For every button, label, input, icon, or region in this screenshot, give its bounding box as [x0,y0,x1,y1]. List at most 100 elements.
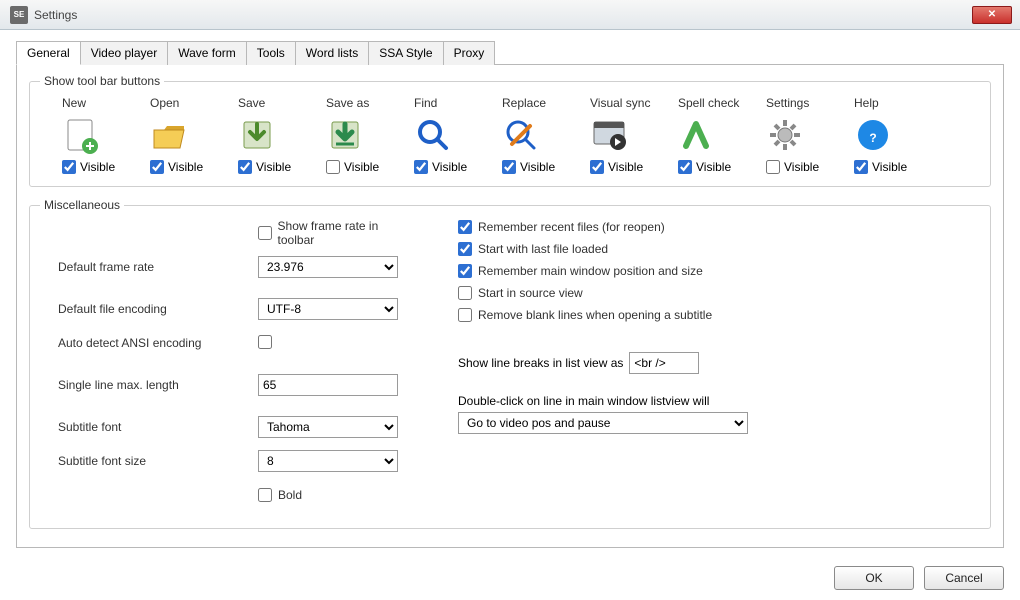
bold-label: Bold [278,488,302,502]
toolbar-visible-checkbox[interactable] [326,160,340,174]
tabstrip: General Video player Wave form Tools Wor… [16,40,1004,65]
toolbar-item: Open Visible [150,96,224,174]
groupbox-toolbar-legend: Show tool bar buttons [40,74,164,88]
ok-button[interactable]: OK [834,566,914,590]
toolbar-visible-checkbox[interactable] [590,160,604,174]
toolbar-visible-label: Visible [432,160,467,174]
settings-icon [766,116,804,154]
auto-detect-ansi-checkbox[interactable] [258,335,272,349]
window-title: Settings [34,8,77,22]
default-file-encoding-select[interactable]: UTF-8 [258,298,398,320]
spell-check-icon [678,116,716,154]
start-last-file-checkbox[interactable] [458,242,472,256]
remember-window-checkbox[interactable] [458,264,472,278]
toolbar-visible-label: Visible [696,160,731,174]
toolbar-visible-checkbox[interactable] [414,160,428,174]
toolbar-visible-label: Visible [344,160,379,174]
toolbar-item-label: Open [150,96,179,110]
remember-recent-checkbox[interactable] [458,220,472,234]
toolbar-item-label: Spell check [678,96,739,110]
toolbar-item-label: Settings [766,96,809,110]
tab-wave-form[interactable]: Wave form [167,41,247,65]
close-icon: ✕ [988,9,996,20]
toolbar-visible-check[interactable]: Visible [590,160,643,174]
tab-word-lists[interactable]: Word lists [295,41,369,65]
toolbar-item-label: Replace [502,96,546,110]
start-source-view-label: Start in source view [478,286,583,300]
tab-video-player[interactable]: Video player [80,41,169,65]
button-row: OK Cancel [0,556,1020,600]
toolbar-visible-checkbox[interactable] [62,160,76,174]
saveas-icon [326,116,364,154]
double-click-select[interactable]: Go to video pos and pause [458,412,748,434]
toolbar-visible-check[interactable]: Visible [414,160,467,174]
remember-recent-label: Remember recent files (for reopen) [478,220,665,234]
toolbar-item: Replace Visible [502,96,576,174]
remove-blank-lines-checkbox[interactable] [458,308,472,322]
toolbar-visible-checkbox[interactable] [766,160,780,174]
app-icon: SE [10,6,28,24]
remove-blank-lines-check[interactable]: Remove blank lines when opening a subtit… [458,308,712,322]
toolbar-visible-check[interactable]: Visible [766,160,819,174]
start-last-file-check[interactable]: Start with last file loaded [458,242,608,256]
show-line-breaks-label: Show line breaks in list view as [458,356,623,370]
toolbar-item-label: New [62,96,86,110]
subtitle-font-size-select[interactable]: 8 [258,450,398,472]
default-frame-rate-label: Default frame rate [58,260,258,274]
remember-recent-check[interactable]: Remember recent files (for reopen) [458,220,665,234]
toolbar-visible-check[interactable]: Visible [502,160,555,174]
tab-general[interactable]: General [16,41,81,65]
groupbox-toolbar: Show tool bar buttons NewVisibleOpenVisi… [29,81,991,187]
bold-check[interactable]: Bold [258,488,302,502]
content-area: General Video player Wave form Tools Wor… [0,30,1020,556]
show-frame-rate-label: Show frame rate in toolbar [278,219,418,247]
titlebar: SE Settings ✕ [0,0,1020,30]
cancel-button[interactable]: Cancel [924,566,1004,590]
tab-proxy[interactable]: Proxy [443,41,496,65]
single-line-max-input[interactable] [258,374,398,396]
toolbar-item: Save asVisible [326,96,400,174]
find-icon [414,116,452,154]
save-icon [238,116,276,154]
show-line-breaks-input[interactable] [629,352,699,374]
toolbar-visible-checkbox[interactable] [238,160,252,174]
show-frame-rate-check[interactable]: Show frame rate in toolbar [258,219,418,247]
tab-ssa-style[interactable]: SSA Style [368,41,443,65]
visual-sync-icon [590,116,628,154]
groupbox-misc: Miscellaneous Show frame rate in toolbar… [29,205,991,529]
tab-tools[interactable]: Tools [246,41,296,65]
open-icon [150,116,188,154]
toolbar-visible-check[interactable]: Visible [62,160,115,174]
toolbar-visible-check[interactable]: Visible [238,160,291,174]
subtitle-font-select[interactable]: Tahoma [258,416,398,438]
bold-checkbox[interactable] [258,488,272,502]
toolbar-visible-check[interactable]: Visible [150,160,203,174]
start-source-view-checkbox[interactable] [458,286,472,300]
toolbar-visible-check[interactable]: Visible [678,160,731,174]
toolbar-visible-label: Visible [608,160,643,174]
toolbar-item: Spell check Visible [678,96,752,174]
remove-blank-lines-label: Remove blank lines when opening a subtit… [478,308,712,322]
toolbar-visible-label: Visible [520,160,555,174]
toolbar-visible-check[interactable]: Visible [854,160,907,174]
show-frame-rate-checkbox[interactable] [258,226,272,240]
tab-body: Show tool bar buttons New Visible Open Visi… [16,65,1004,548]
remember-window-label: Remember main window position and size [478,264,703,278]
toolbar-item: FindVisible [414,96,488,174]
toolbar-visible-checkbox[interactable] [854,160,868,174]
toolbar-visible-checkbox[interactable] [678,160,692,174]
close-button[interactable]: ✕ [972,6,1012,24]
new-icon [62,116,100,154]
remember-window-check[interactable]: Remember main window position and size [458,264,703,278]
toolbar-visible-label: Visible [872,160,907,174]
toolbar-visible-checkbox[interactable] [150,160,164,174]
toolbar-visible-check[interactable]: Visible [326,160,379,174]
toolbar-visible-checkbox[interactable] [502,160,516,174]
toolbar-item-label: Save [238,96,265,110]
toolbar-item-label: Help [854,96,879,110]
toolbar-item: New Visible [62,96,136,174]
help-icon [854,116,892,154]
default-frame-rate-select[interactable]: 23.976 [258,256,398,278]
subtitle-font-label: Subtitle font [58,420,258,434]
start-source-view-check[interactable]: Start in source view [458,286,583,300]
